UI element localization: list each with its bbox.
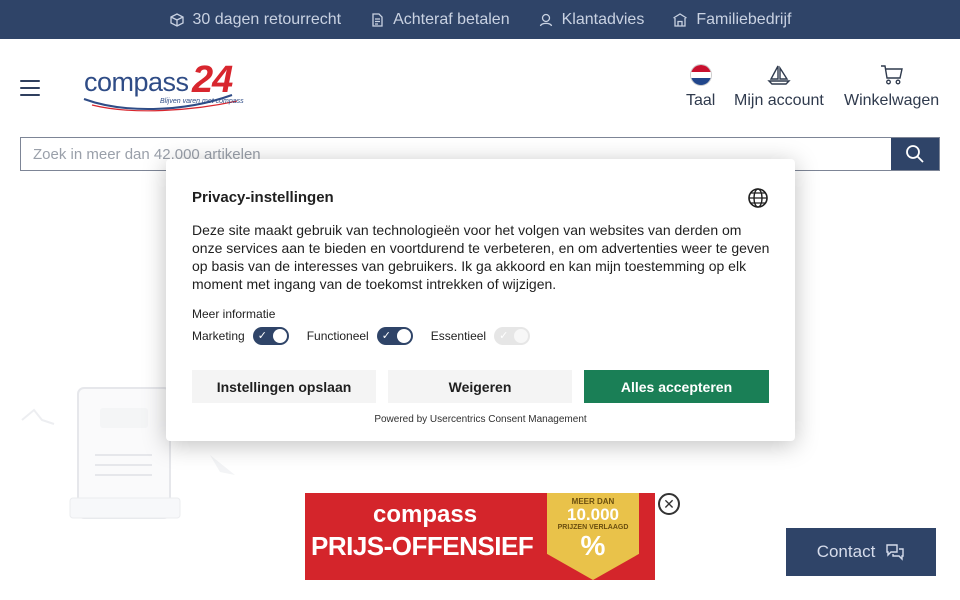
- consent-toggles: Marketing ✓ Functioneel ✓ Essentieel ✓: [192, 327, 531, 345]
- contact-label: Contact: [816, 542, 876, 561]
- usp-item-advice: Klantadvies: [538, 10, 645, 29]
- promo-banner[interactable]: compass PRIJS-OFFENSIEF MEER DAN 10.000 …: [305, 493, 655, 580]
- sailboat-icon: [767, 65, 791, 85]
- menu-icon[interactable]: [20, 80, 40, 96]
- netherlands-flag-icon: [689, 64, 712, 86]
- percent-icon: %: [580, 530, 606, 561]
- promo-brand: compass: [373, 501, 478, 528]
- search-button[interactable]: [891, 138, 939, 170]
- store-icon: [673, 12, 688, 27]
- toggle-group-essential: Essentieel ✓: [430, 327, 531, 345]
- site-logo[interactable]: compass 24 Blijven varen met compass: [82, 59, 246, 115]
- language-selector[interactable]: Taal: [686, 64, 715, 110]
- promo-badge-number: 10.000: [567, 505, 619, 524]
- check-icon: ✓: [257, 330, 267, 342]
- privacy-dialog: Privacy-instellingen Deze site maakt geb…: [166, 159, 795, 441]
- logo-tagline: Blijven varen met compass: [160, 98, 244, 105]
- functional-toggle[interactable]: ✓: [376, 327, 413, 345]
- more-info-link[interactable]: Meer informatie: [192, 307, 275, 321]
- promo-headline: PRIJS-OFFENSIEF: [311, 531, 534, 561]
- check-icon: ✓: [381, 330, 391, 342]
- chat-bubbles-icon: [886, 544, 904, 561]
- account-link[interactable]: Mijn account: [734, 64, 824, 110]
- invoice-icon: [372, 12, 383, 27]
- privacy-dialog-title: Privacy-instellingen: [192, 189, 334, 206]
- toggle-label-essential: Essentieel: [430, 329, 487, 343]
- close-icon[interactable]: ✕: [658, 493, 680, 515]
- site-header: compass 24 Blijven varen met compass Taa…: [0, 39, 960, 135]
- toggle-group-functional: Functioneel ✓: [307, 327, 413, 345]
- deny-button[interactable]: Weigeren: [388, 370, 572, 403]
- contact-button[interactable]: Contact: [786, 528, 936, 576]
- toggle-label-functional: Functioneel: [306, 329, 369, 343]
- save-settings-button[interactable]: Instellingen opslaan: [192, 370, 376, 403]
- check-icon: ✓: [499, 330, 509, 342]
- cart-icon: [880, 65, 903, 85]
- usp-item-pay-later: Achteraf betalen: [369, 11, 510, 29]
- essential-toggle: ✓: [494, 327, 531, 345]
- usp-bar: 30 dagen retourrecht Achteraf betalen Kl…: [0, 0, 960, 39]
- privacy-dialog-text: Deze site maakt gebruik van technologieë…: [192, 222, 770, 292]
- usp-item-returns: 30 dagen retourrecht: [169, 10, 342, 29]
- accept-all-button[interactable]: Alles accepteren: [584, 370, 769, 403]
- powered-by-text: Powered by Usercentrics Consent Manageme…: [374, 414, 587, 425]
- language-label: Taal: [686, 92, 716, 109]
- promo-badge: MEER DAN 10.000 PRIJZEN VERLAAGD %: [547, 493, 639, 580]
- headset-icon: [539, 13, 552, 26]
- privacy-buttons: Instellingen opslaan Weigeren Alles acce…: [192, 370, 769, 403]
- toggle-label-marketing: Marketing: [192, 329, 245, 343]
- usp-label: Achteraf betalen: [393, 10, 510, 28]
- usp-label: Klantadvies: [561, 10, 645, 28]
- usp-label: 30 dagen retourrecht: [192, 10, 342, 28]
- toggle-group-marketing: Marketing ✓: [192, 327, 289, 345]
- usp-item-family: Familiebedrijf: [672, 11, 791, 29]
- marketing-toggle[interactable]: ✓: [252, 327, 289, 345]
- cart-link[interactable]: Winkelwagen: [844, 64, 939, 110]
- box-icon: [169, 12, 184, 27]
- usp-label: Familiebedrijf: [696, 10, 792, 28]
- cart-label: Winkelwagen: [844, 92, 940, 109]
- search-icon: [906, 145, 924, 163]
- account-label: Mijn account: [734, 92, 824, 109]
- language-globe-icon[interactable]: [747, 187, 769, 209]
